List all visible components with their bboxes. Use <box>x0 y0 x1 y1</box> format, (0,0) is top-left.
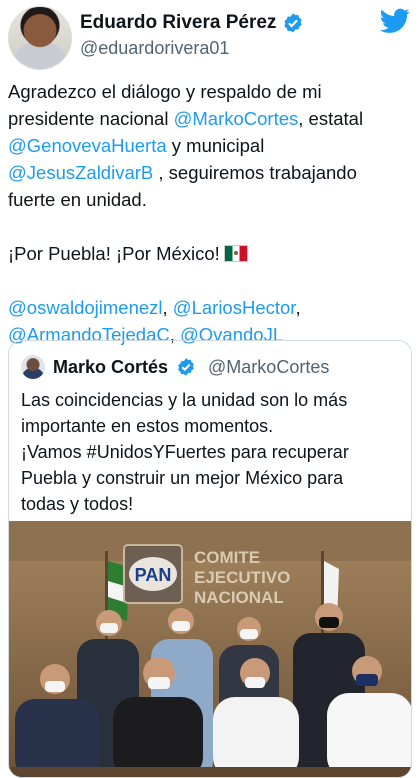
tweet-line: presidente nacional @MarkoCortes, estata… <box>8 105 412 132</box>
tweet-line: @GenovevaHuerta y municipal <box>8 132 412 159</box>
tweet-text-segment: , <box>162 297 173 318</box>
twitter-bird-icon[interactable] <box>380 8 410 34</box>
author-avatar[interactable] <box>8 6 72 70</box>
mexico-flag-icon <box>223 245 248 262</box>
quoted-display-name: Marko Cortés <box>53 356 169 377</box>
tweet-text-segment: presidente nacional <box>8 108 174 129</box>
tweet-text-segment: y municipal <box>166 135 265 156</box>
tweet-text-segment: , estatal <box>298 108 364 129</box>
author-display-name[interactable]: Eduardo Rivera Pérez <box>80 12 276 34</box>
tweet-line: ¡Por Puebla! ¡Por México! <box>8 240 412 267</box>
author-handle[interactable]: @eduardorivera01 <box>80 38 229 59</box>
sign-line-1: COMITE <box>194 548 260 567</box>
quoted-body: Las coincidencias y la unidad son lo más… <box>21 387 401 517</box>
tweet-line: @JesusZaldivarB , seguiremos trabajando <box>8 159 412 186</box>
tweet-text-segment: , <box>295 297 301 318</box>
quoted-line: Las coincidencias y la unidad son lo más <box>21 390 348 410</box>
tweet-line: @oswaldojimenezl, @LariosHector, <box>8 294 412 321</box>
mention-link[interactable]: @LariosHector <box>173 297 296 318</box>
quoted-line: todas y todos! <box>21 494 134 514</box>
tweet-body: Agradezco el diálogo y respaldo de mi pre… <box>8 78 412 348</box>
tweet-line: Agradezco el diálogo y respaldo de mi <box>8 78 412 105</box>
verified-icon <box>284 13 303 33</box>
quoted-line: Puebla y construir un mejor México para <box>21 468 344 488</box>
pan-logo-text: PAN <box>135 565 172 585</box>
mention-link[interactable]: @oswaldojimenezl <box>8 297 163 318</box>
mention-link[interactable]: @JesusZaldivarB <box>8 162 153 183</box>
sign-line-2: EJECUTIVO <box>194 568 290 587</box>
quoted-avatar <box>21 355 45 379</box>
tweet-header: Eduardo Rivera Pérez @eduardorivera01 <box>8 6 412 70</box>
tweet-text-segment: fuerte en unidad. <box>8 189 147 210</box>
mention-link[interactable]: @GenovevaHuerta <box>8 135 167 156</box>
tweet-text-segment: ¡Por Puebla! ¡Por México! <box>8 243 220 264</box>
author-name-row: Eduardo Rivera Pérez <box>80 12 304 34</box>
quoted-tweet-card[interactable]: Marko Cortés @MarkoCortes Las coincidenc… <box>8 340 412 778</box>
mention-link[interactable]: @MarkoCortes <box>174 108 299 129</box>
quoted-handle: @MarkoCortes <box>208 356 330 377</box>
quoted-line: importante en estos momentos. <box>21 416 274 436</box>
tweet-text-segment: , seguiremos trabajando <box>153 162 357 183</box>
quoted-line: ¡Vamos #UnidosYFuertes para recuperar <box>21 442 349 462</box>
tweet-line: fuerte en unidad. <box>8 186 412 213</box>
verified-icon <box>178 358 194 376</box>
quoted-photo[interactable]: PAN COMITE EJECUTIVO NACIONAL <box>9 521 412 778</box>
tweet-text-segment: Agradezco el diálogo y respaldo de mi <box>8 81 322 102</box>
quoted-header: Marko Cortés @MarkoCortes <box>21 355 329 379</box>
sign-line-3: NACIONAL <box>194 588 284 607</box>
